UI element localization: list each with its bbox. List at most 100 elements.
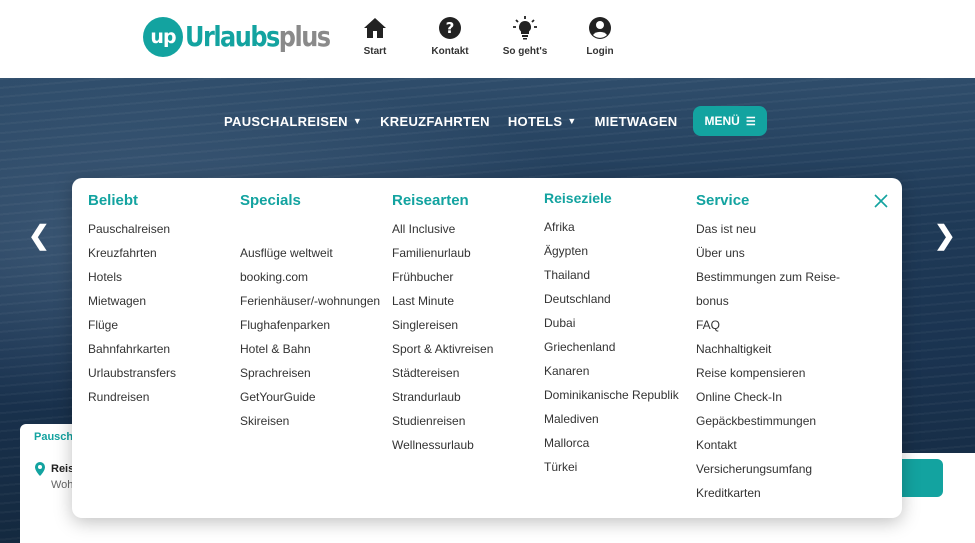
close-icon[interactable]: [872, 192, 890, 210]
nav-start-label: Start: [363, 46, 387, 57]
menu-link[interactable]: Pauschalreisen: [88, 219, 176, 243]
menu-link[interactable]: Urlaubstransfers: [88, 363, 176, 387]
menu-link[interactable]: Singlereisen: [392, 315, 493, 339]
menu-column-title: Reiseziele: [544, 190, 612, 206]
menu-column-title: Beliebt: [88, 192, 139, 209]
menu-link[interactable]: Wellnessurlaub: [392, 435, 493, 459]
search-destination-input[interactable]: Woh: [51, 479, 73, 491]
menu-column-service: Service Das ist neu Über uns Bestimmunge…: [696, 192, 840, 507]
logo-text: Urlaubsplus: [185, 20, 331, 54]
menu-column-specials: Specials Ausflüge weltweit booking.com F…: [240, 192, 380, 435]
carousel-prev-icon[interactable]: ❮: [28, 220, 50, 251]
location-pin-icon: [35, 462, 45, 476]
chevron-down-icon: ▼: [352, 116, 363, 126]
menu-link[interactable]: Rundreisen: [88, 387, 176, 411]
lightbulb-icon: [513, 16, 537, 40]
menu-link[interactable]: Sport & Aktivreisen: [392, 339, 493, 363]
logo[interactable]: up Urlaubsplus: [143, 16, 331, 58]
mega-menu: Beliebt Pauschalreisen Kreuzfahrten Hote…: [72, 178, 902, 518]
mainnav-hotels-label: HOTELS: [507, 113, 563, 129]
nav-so-gehts[interactable]: So geht's: [485, 16, 565, 57]
header: up Urlaubsplus Start ? Kontakt So geht's…: [0, 0, 975, 78]
logo-text-part2: plus: [278, 20, 331, 54]
menu-link[interactable]: Flüge: [88, 315, 176, 339]
menu-column-title: Specials: [240, 192, 301, 209]
home-icon: [364, 18, 386, 38]
nav-so-gehts-label: So geht's: [502, 46, 548, 57]
menu-link[interactable]: Mietwagen: [88, 291, 176, 315]
menu-link[interactable]: Dominikanische Republik: [544, 385, 679, 409]
logo-text-part1: Urlaubs: [185, 20, 280, 54]
nav-login-label: Login: [586, 46, 614, 57]
help-icon: ?: [439, 17, 461, 39]
menu-link[interactable]: Ägypten: [544, 241, 679, 265]
main-nav: PAUSCHALREISEN ▼ KREUZFAHRTEN HOTELS ▼ MIE…: [224, 106, 767, 136]
menu-link[interactable]: Last Minute: [392, 291, 493, 315]
menu-link[interactable]: Gepäckbestimmungen: [696, 411, 840, 435]
chevron-down-icon: ▼: [567, 116, 577, 126]
menu-link[interactable]: Malediven: [544, 409, 679, 433]
menu-link[interactable]: Kontakt: [696, 435, 840, 459]
menu-spacer: [240, 219, 380, 243]
menu-link[interactable]: Türkei: [544, 457, 679, 481]
menu-link[interactable]: Städtereisen: [392, 363, 493, 387]
carousel-next-icon[interactable]: ❯: [934, 220, 956, 251]
menu-link[interactable]: Ferienhäuser/-wohnungen: [240, 291, 380, 315]
user-icon: [589, 17, 611, 39]
menu-link[interactable]: Strandurlaub: [392, 387, 493, 411]
mainnav-kreuzfahrten[interactable]: KREUZFAHRTEN: [380, 114, 490, 129]
menu-link[interactable]: Dubai: [544, 313, 679, 337]
menu-link[interactable]: FAQ: [696, 315, 840, 339]
menu-link[interactable]: GetYourGuide: [240, 387, 380, 411]
menu-link[interactable]: Nachhaltigkeit: [696, 339, 840, 363]
menu-link[interactable]: Hotel & Bahn: [240, 339, 380, 363]
menu-link[interactable]: Kreditkarten: [696, 483, 840, 507]
menu-link[interactable]: Versicherungsumfang: [696, 459, 840, 483]
menu-link[interactable]: Familienurlaub: [392, 243, 493, 267]
mainnav-pauschalreisen-label: PAUSCHALREISEN: [224, 113, 348, 129]
menu-link[interactable]: Hotels: [88, 267, 176, 291]
menu-button[interactable]: MENÜ ☰: [693, 106, 767, 136]
nav-kontakt[interactable]: ? Kontakt: [410, 16, 490, 57]
menu-link[interactable]: Flughafenparken: [240, 315, 380, 339]
menu-column-beliebt: Beliebt Pauschalreisen Kreuzfahrten Hote…: [88, 192, 176, 411]
menu-link[interactable]: Skireisen: [240, 411, 380, 435]
menu-link[interactable]: Frühbucher: [392, 267, 493, 291]
mainnav-kreuzfahrten-label: KREUZFAHRTEN: [380, 113, 490, 129]
menu-link[interactable]: Reise kompensieren: [696, 363, 840, 387]
menu-link[interactable]: Das ist neu: [696, 219, 840, 243]
menu-link[interactable]: Bestimmungen zum Reise-: [696, 267, 840, 291]
menu-link[interactable]: Kreuzfahrten: [88, 243, 176, 267]
nav-login[interactable]: Login: [560, 16, 640, 57]
menu-link[interactable]: Thailand: [544, 265, 679, 289]
mainnav-hotels[interactable]: HOTELS ▼: [508, 114, 577, 129]
menu-link[interactable]: Studienreisen: [392, 411, 493, 435]
menu-link[interactable]: Ausflüge weltweit: [240, 243, 380, 267]
menu-link[interactable]: All Inclusive: [392, 219, 493, 243]
logo-badge: up: [143, 17, 183, 57]
menu-link[interactable]: bonus: [696, 291, 840, 315]
menu-link[interactable]: booking.com: [240, 267, 380, 291]
menu-link[interactable]: Griechenland: [544, 337, 679, 361]
menu-link[interactable]: Deutschland: [544, 289, 679, 313]
nav-kontakt-label: Kontakt: [431, 46, 469, 57]
menu-link[interactable]: Über uns: [696, 243, 840, 267]
mainnav-pauschalreisen[interactable]: PAUSCHALREISEN ▼: [224, 114, 362, 129]
menu-link[interactable]: Mallorca: [544, 433, 679, 457]
hamburger-icon: ☰: [745, 115, 756, 128]
menu-link[interactable]: Online Check-In: [696, 387, 840, 411]
menu-link[interactable]: Sprachreisen: [240, 363, 380, 387]
menu-link[interactable]: Kanaren: [544, 361, 679, 385]
menu-link[interactable]: Bahnfahrkarten: [88, 339, 176, 363]
menu-column-title: Service: [696, 192, 750, 209]
nav-start[interactable]: Start: [335, 16, 415, 57]
menu-column-title: Reisearten: [392, 192, 469, 209]
mainnav-mietwagen[interactable]: MIETWAGEN: [595, 114, 678, 129]
search-tab-label: Pausch: [34, 431, 74, 443]
menu-button-label: MENÜ: [704, 114, 740, 128]
menu-link[interactable]: Afrika: [544, 217, 679, 241]
svg-text:?: ?: [446, 19, 455, 37]
menu-column-reiseziele: Reiseziele Afrika Ägypten Thailand Deuts…: [544, 190, 679, 481]
menu-column-reisearten: Reisearten All Inclusive Familienurlaub …: [392, 192, 493, 459]
mainnav-mietwagen-label: MIETWAGEN: [594, 113, 678, 129]
